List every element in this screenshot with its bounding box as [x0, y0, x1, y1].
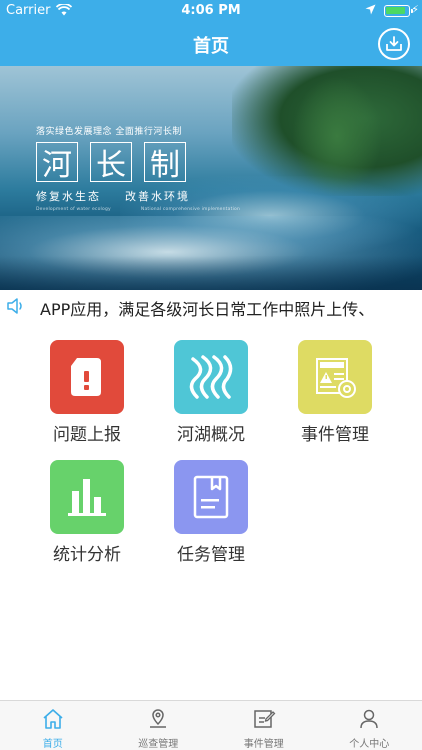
grid-label: 任务管理: [177, 545, 245, 565]
download-button[interactable]: [378, 28, 410, 60]
task-icon: [174, 460, 248, 534]
banner-slogan: 落实绿色发展理念 全面推行河长制: [36, 127, 182, 137]
event-icon: [298, 340, 372, 414]
page-title: 首页: [193, 36, 229, 57]
grid-label: 问题上报: [53, 425, 121, 445]
tab-patrol[interactable]: 巡查管理: [106, 701, 212, 750]
edit-icon: [211, 707, 317, 731]
tab-home[interactable]: 首页: [0, 701, 106, 750]
banner-tiny-left: Development of water ecology: [36, 207, 111, 212]
charging-icon: ⚡: [411, 3, 419, 16]
banner-tiny-right: National comprehensive implementation: [140, 207, 241, 212]
nav-bar: 首页: [0, 22, 422, 66]
grid-item-river[interactable]: 河湖概况: [166, 340, 256, 445]
patrol-icon: [106, 707, 212, 731]
tab-label: 个人中心: [349, 739, 390, 750]
battery-icon: [384, 5, 413, 17]
grid-item-report[interactable]: 问题上报: [42, 340, 132, 445]
banner-title: 河 长 制: [36, 142, 186, 183]
grid-item-event[interactable]: 事件管理: [290, 340, 380, 445]
home-icon: [0, 707, 106, 731]
grid-item-task[interactable]: 任务管理: [166, 460, 256, 565]
clock: 4:06 PM: [181, 3, 241, 18]
banner-char: 制: [144, 142, 186, 183]
chart-icon: [50, 460, 124, 534]
person-icon: [317, 707, 422, 731]
tab-events[interactable]: 事件管理: [211, 701, 317, 750]
banner-english: Development of water ecology National com…: [36, 207, 270, 212]
grid-item-stats[interactable]: 统计分析: [42, 460, 132, 565]
tab-label: 首页: [42, 739, 63, 750]
tab-bar: 首页 巡查管理 事件管理 个人中心: [0, 700, 422, 750]
notice-text: APP应用，满足各级河长日常工作中照片上传、: [40, 300, 375, 319]
river-icon: [174, 340, 248, 414]
report-icon: [50, 340, 124, 414]
tab-label: 巡查管理: [138, 739, 179, 750]
banner-char: 长: [90, 142, 132, 183]
banner-subtitle: 修复水生态 改善水环境: [36, 188, 214, 204]
banner-sub-right: 改善水环境: [125, 190, 190, 203]
grid-label: 事件管理: [301, 425, 369, 445]
status-bar: Carrier 4:06 PM ⚡: [0, 0, 422, 22]
notice-marquee[interactable]: APP应用，满足各级河长日常工作中照片上传、: [0, 290, 422, 322]
grid-label: 统计分析: [53, 545, 121, 565]
download-icon: [386, 36, 402, 51]
grid-label: 河湖概况: [177, 425, 245, 445]
tab-profile[interactable]: 个人中心: [317, 701, 422, 750]
tab-label: 事件管理: [243, 739, 284, 750]
banner-char: 河: [36, 142, 78, 183]
banner-sub-left: 修复水生态: [36, 190, 101, 203]
banner-image[interactable]: 落实绿色发展理念 全面推行河长制 河 长 制 修复水生态 改善水环境 Develo…: [0, 66, 422, 290]
speaker-icon: [6, 297, 28, 319]
location-arrow-icon: [365, 4, 376, 19]
